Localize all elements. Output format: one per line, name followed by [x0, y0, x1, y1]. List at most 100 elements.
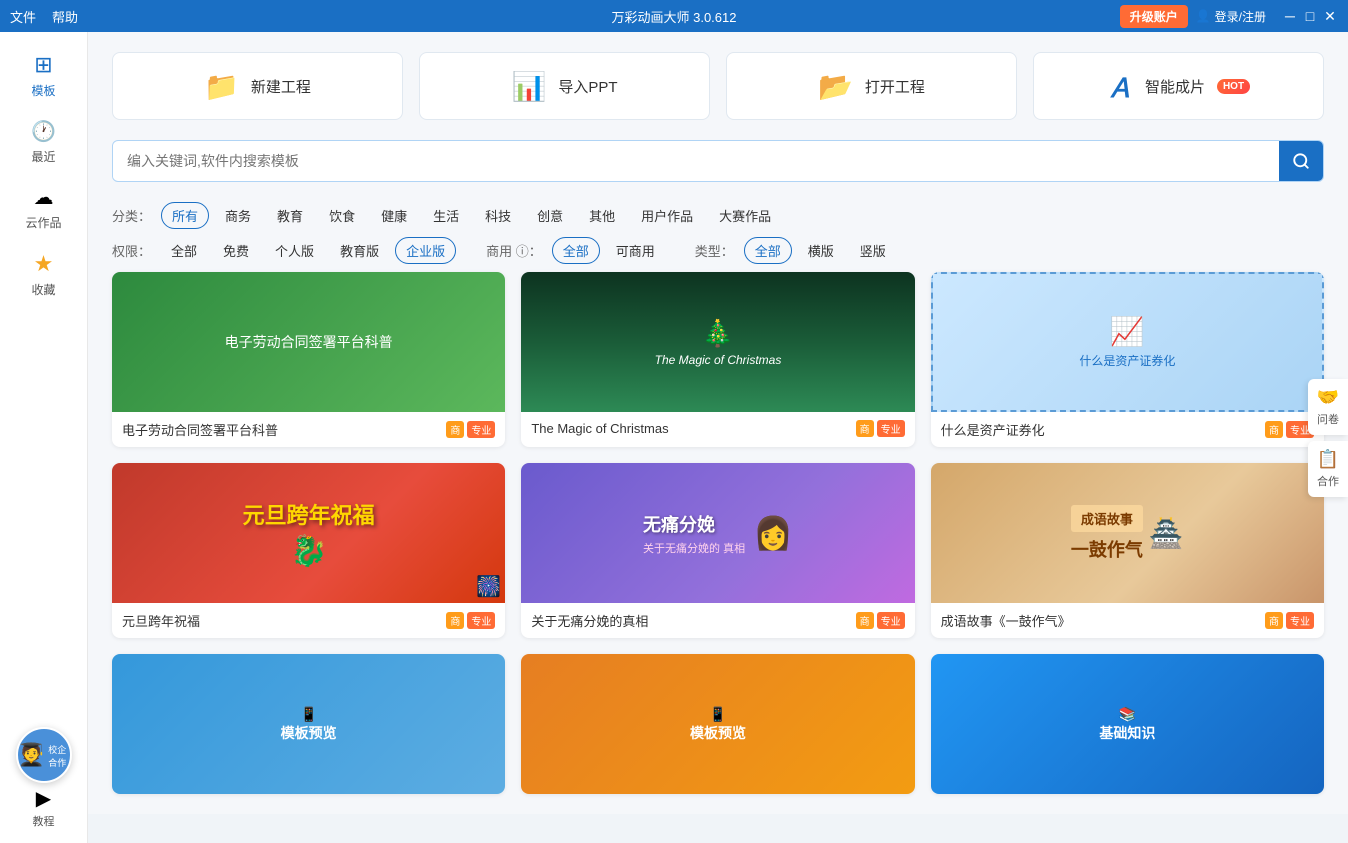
star-icon: ★	[34, 251, 54, 277]
template-card-9[interactable]: 📚基础知识	[931, 654, 1324, 794]
category-filter-row: 分类： 所有 商务 教育 饮食 健康 生活 科技 创意 其他 用户作品 大赛作品	[112, 202, 1324, 229]
filter-perm-edu[interactable]: 教育版	[330, 238, 389, 263]
login-button[interactable]: 👤 登录/注册	[1196, 8, 1266, 25]
template-card-1[interactable]: 电子劳动合同签署平台科普 电子劳动合同签署平台科普 商 专业	[112, 272, 505, 447]
import-ppt-icon: 📊	[511, 70, 546, 103]
type-filter-label: 类型：	[695, 241, 734, 260]
campus-button[interactable]: 🧑‍🎓 校企合作	[16, 727, 72, 783]
filter-cat-all[interactable]: 所有	[161, 202, 209, 229]
open-project-button[interactable]: 📂 打开工程	[726, 52, 1017, 120]
new-project-button[interactable]: 📁 新建工程	[112, 52, 403, 120]
filter-perm-personal[interactable]: 个人版	[265, 238, 324, 263]
recent-icon: 🕐	[31, 119, 56, 144]
close-button[interactable]: ✕	[1322, 8, 1338, 24]
template-icon: ⊞	[34, 52, 52, 78]
filter-cat-health[interactable]: 健康	[371, 203, 417, 228]
search-button[interactable]	[1279, 141, 1323, 181]
import-ppt-button[interactable]: 📊 导入PPT	[419, 52, 710, 120]
sidebar-label-recent: 最近	[31, 148, 55, 165]
titlebar: 文件 帮助 万彩动画大师 3.0.612 升级账户 👤 登录/注册 ─ □ ✕	[0, 0, 1348, 32]
titlebar-right: 升级账户 👤 登录/注册 ─ □ ✕	[1120, 5, 1338, 28]
main-content: 📁 新建工程 📊 导入PPT 📂 打开工程 Ａ 智能成片 HOT	[88, 32, 1348, 814]
filter-perm-enterprise[interactable]: 企业版	[395, 237, 456, 264]
sidebar-item-favorites[interactable]: ★ 收藏	[0, 243, 87, 306]
user-icon: 👤	[1196, 9, 1211, 23]
filter-type-all[interactable]: 全部	[744, 237, 792, 264]
window-controls: ─ □ ✕	[1282, 8, 1338, 24]
filter-cat-user[interactable]: 用户作品	[631, 203, 703, 228]
upgrade-button[interactable]: 升级账户	[1120, 5, 1188, 28]
filter-cat-creative[interactable]: 创意	[527, 203, 573, 228]
sidebar-item-cloud[interactable]: ☁ 云作品	[0, 177, 87, 239]
filter-type-landscape[interactable]: 横版	[798, 238, 844, 263]
template-thumb-3: 📈 什么是资产证券化	[931, 272, 1324, 412]
file-menu[interactable]: 文件	[10, 7, 36, 26]
template-info-2: The Magic of Christmas 商 专业	[521, 412, 914, 445]
sidebar-label-favorites: 收藏	[31, 281, 55, 298]
template-title-5: 关于无痛分娩的真相	[531, 611, 855, 630]
login-label: 登录/注册	[1215, 8, 1266, 25]
template-card-2[interactable]: 🎄 The Magic of Christmas The Magic of Ch…	[521, 272, 914, 447]
filter-cat-business[interactable]: 商务	[215, 203, 261, 228]
template-thumb-9: 📚基础知识	[931, 654, 1324, 794]
filter-comm-commercial[interactable]: 可商用	[606, 238, 665, 263]
import-ppt-label: 导入PPT	[558, 76, 617, 97]
sidebar-item-template[interactable]: ⊞ 模板	[0, 44, 87, 107]
template-thumb-4: 元旦跨年祝福 🐉 🎆	[112, 463, 505, 603]
template-card-4[interactable]: 元旦跨年祝福 🐉 🎆 元旦跨年祝福 商 专业	[112, 463, 505, 638]
template-title-4: 元旦跨年祝福	[122, 611, 446, 630]
survey-label: 问卷	[1317, 411, 1339, 427]
collab-label: 合作	[1317, 473, 1339, 489]
ai-icon: Ａ	[1107, 68, 1133, 105]
template-info-5: 关于无痛分娩的真相 商 专业	[521, 603, 914, 638]
template-card-5[interactable]: 无痛分娩 关于无痛分娩的 真相 👩 关于无痛分娩的真相 商 专业	[521, 463, 914, 638]
filter-cat-food[interactable]: 饮食	[319, 203, 365, 228]
badge-pro-4: 专业	[467, 612, 495, 629]
filter-cat-contest[interactable]: 大赛作品	[709, 203, 781, 228]
minimize-button[interactable]: ─	[1282, 8, 1298, 24]
template-title-6: 成语故事《一鼓作气》	[941, 611, 1265, 630]
badge-shang-3: 商	[1265, 421, 1283, 438]
sidebar-item-recent[interactable]: 🕐 最近	[0, 111, 87, 173]
titlebar-menus: 文件 帮助	[10, 7, 78, 26]
badge-shang-2: 商	[856, 420, 874, 437]
template-thumb-6: 成语故事 一鼓作气 🏯	[931, 463, 1324, 603]
survey-button[interactable]: 🤝 问卷	[1308, 379, 1348, 435]
ai-generate-button[interactable]: Ａ 智能成片 HOT	[1033, 52, 1324, 120]
badge-shang-1: 商	[446, 421, 464, 438]
help-menu[interactable]: 帮助	[52, 7, 78, 26]
top-action-buttons: 📁 新建工程 📊 导入PPT 📂 打开工程 Ａ 智能成片 HOT	[112, 52, 1324, 120]
right-float-panel: 🤝 问卷 📋 合作	[1308, 379, 1348, 497]
badge-shang-4: 商	[446, 612, 464, 629]
filter-perm-all[interactable]: 全部	[161, 238, 207, 263]
badge-pro-6: 专业	[1286, 612, 1314, 629]
badge-pro-5: 专业	[877, 612, 905, 629]
new-project-icon: 📁	[204, 70, 239, 103]
collab-button[interactable]: 📋 合作	[1308, 441, 1348, 497]
filter-cat-other[interactable]: 其他	[579, 203, 625, 228]
template-thumb-8: 📱模板预览	[521, 654, 914, 794]
template-thumb-5: 无痛分娩 关于无痛分娩的 真相 👩	[521, 463, 914, 603]
template-card-7[interactable]: 📱模板预览	[112, 654, 505, 794]
filter-comm-all[interactable]: 全部	[552, 237, 600, 264]
search-bar	[112, 140, 1324, 182]
filter-cat-life[interactable]: 生活	[423, 203, 469, 228]
sidebar-label-cloud: 云作品	[25, 214, 61, 231]
sidebar: ⊞ 模板 🕐 最近 ☁ 云作品 ★ 收藏 🧑‍🎓 校企合作 ▶ 教程	[0, 32, 88, 843]
template-info-3: 什么是资产证券化 商 专业	[931, 412, 1324, 447]
filter-type-portrait[interactable]: 竖版	[850, 238, 896, 263]
filter-perm-free[interactable]: 免费	[213, 238, 259, 263]
sidebar-item-tutorial[interactable]: ▶ 教程	[0, 780, 87, 835]
commercial-filter-label: 商用 ⓘ：	[486, 241, 542, 260]
template-card-8[interactable]: 📱模板预览	[521, 654, 914, 794]
new-project-label: 新建工程	[251, 76, 311, 97]
maximize-button[interactable]: □	[1302, 8, 1318, 24]
template-card-3[interactable]: 📈 什么是资产证券化 什么是资产证券化 商 专业	[931, 272, 1324, 447]
template-card-6[interactable]: 成语故事 一鼓作气 🏯 成语故事《一鼓作气》 商 专业	[931, 463, 1324, 638]
campus-label: 校企合作	[45, 743, 70, 769]
filter-cat-education[interactable]: 教育	[267, 203, 313, 228]
template-title-3: 什么是资产证券化	[941, 420, 1265, 439]
badge-pro-2: 专业	[877, 420, 905, 437]
search-input[interactable]	[113, 143, 1279, 179]
filter-cat-tech[interactable]: 科技	[475, 203, 521, 228]
